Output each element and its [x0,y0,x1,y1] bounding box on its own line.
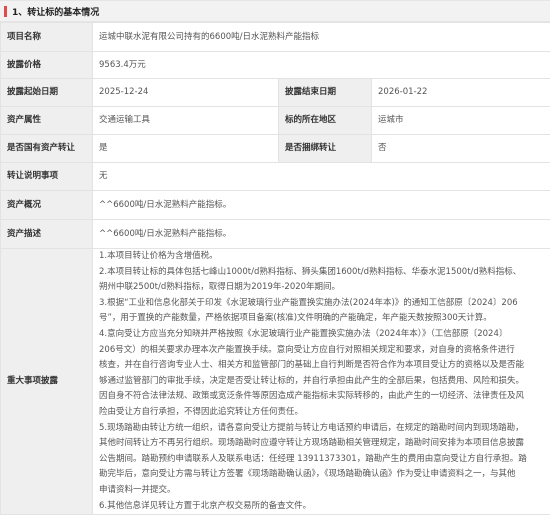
row-project-name: 项目名称 运城中联水泥有限公司持有的6600吨/日水泥熟料产能指标 [1,23,550,52]
row-overview: 资产概况 ^^6600吨/日水泥熟料产能指标。 [1,191,550,220]
start-date-label: 披露起始日期 [1,79,93,107]
disclosure-line: 其他时间转让方不再另行组织。现场踏勘时应遵守转让方现场踏勘相关管理规定，踏勘时间… [99,436,544,452]
row-description: 资产描述 ^^6600吨/日水泥熟料产能指标。 [1,220,550,249]
disclosure-line: 公告期间。踏勘预约申请联系人及联系电话：任经理 13911373301，踏勘产生… [99,452,544,468]
project-name-label: 项目名称 [1,23,93,52]
disclosure-line: 够通过监管部门的审批手续，决定是否受让转让标的，并自行承担由此产生的全部后果，包… [99,374,544,390]
disclosure-line: 因自身不符合法律法规、政策或宽泛条件等原因造成产能指标未实际转移的，由此产生的一… [99,389,544,405]
disclosure-line: 1.本项目转让价格为含增值税。 [99,249,544,265]
project-name-value: 运城中联水泥有限公司持有的6600吨/日水泥熟料产能指标 [93,23,550,52]
row-explanation: 转让说明事项 无 [1,163,550,191]
description-value: ^^6600吨/日水泥熟料产能指标。 [93,220,550,249]
red-bar-marker-icon [4,6,7,17]
info-table: 项目名称 运城中联水泥有限公司持有的6600吨/日水泥熟料产能指标 披露价格 9… [0,22,550,515]
disclosure-line: 206号文）的相关要求办理本次产能置换手续。意向受让方应自行对照相关规定和要求，… [99,343,544,359]
disclosure-line: 2.本项目转让标的具体包括七峰山1000t/d熟料指标、狮头集团1600t/d熟… [99,265,544,281]
row-price: 披露价格 9563.4万元 [1,52,550,79]
row-state-owned: 是否国有资产转让 是 是否捆绑转让 否 [1,135,550,163]
bundle-value: 否 [372,135,550,163]
section-header: 1、转让标的基本情况 [0,0,550,22]
price-label: 披露价格 [1,52,93,79]
asset-attr-label: 资产属性 [1,107,93,135]
disclosure-line: 5.现场踏勘由转让方统一组织，请各意向受让方提前与转让方电话预约申请后，在规定的… [99,421,544,437]
end-date-value: 2026-01-22 [372,79,550,107]
section-title: 1、转让标的基本情况 [12,5,99,18]
bundle-label: 是否捆绑转让 [279,135,372,163]
end-date-label: 披露结束日期 [279,79,372,107]
start-date-value: 2025-12-24 [93,79,279,107]
explanation-value: 无 [93,163,550,191]
location-value: 运城市 [372,107,550,135]
disclosure-line: 3.根据“工业和信息化部关于印发《水泥玻璃行业产能置换实施办法(2024年本)》… [99,296,544,312]
disclosure-line: 4.意向受让方应当充分知晓并严格按照《水泥玻璃行业产能置换实施办法（2024年本… [99,327,544,343]
disclosure-line: 号”，用于置换的产能数量，严格依据项目备案(核准)文件明确的产能确定，年产能天数… [99,311,544,327]
disclosure-line: 勘完毕后，意向受让方需与转让方签署《现场踏勘确认函》，《现场踏勘确认函》作为受让… [99,467,544,483]
disclosure-line: 申请资料一并提交。 [99,483,544,499]
overview-label: 资产概况 [1,191,93,220]
row-asset: 资产属性 交通运输工具 标的所在地区 运城市 [1,107,550,135]
disclosures-value: 1.本项目转让价格为含增值税。 2.本项目转让标的具体包括七峰山1000t/d熟… [93,249,550,515]
asset-attr-value: 交通运输工具 [93,107,279,135]
location-label: 标的所在地区 [279,107,372,135]
row-dates: 披露起始日期 2025-12-24 披露结束日期 2026-01-22 [1,79,550,107]
price-value: 9563.4万元 [93,52,550,79]
disclosure-line: 6.其他信息详见转让方置于北京产权交易所的备查文件。 [99,499,544,515]
row-disclosures: 重大事项披露 1.本项目转让价格为含增值税。 2.本项目转让标的具体包括七峰山1… [1,249,550,515]
disclosure-line: 险由受让方自行承担，不得因此追究转让方任何责任。 [99,405,544,421]
disclosure-line: 朔州中联2500t/d熟料指标，取得日期为2019年-2020年期间。 [99,280,544,296]
disclosure-line: 核查，并在自行咨询专业人士、相关方和监管部门的基础上自行判断是否符合作为本项目受… [99,358,544,374]
disclosures-label: 重大事项披露 [1,249,93,515]
explanation-label: 转让说明事项 [1,163,93,191]
state-owned-value: 是 [93,135,279,163]
overview-value: ^^6600吨/日水泥熟料产能指标。 [93,191,550,220]
description-label: 资产描述 [1,220,93,249]
state-owned-label: 是否国有资产转让 [1,135,93,163]
